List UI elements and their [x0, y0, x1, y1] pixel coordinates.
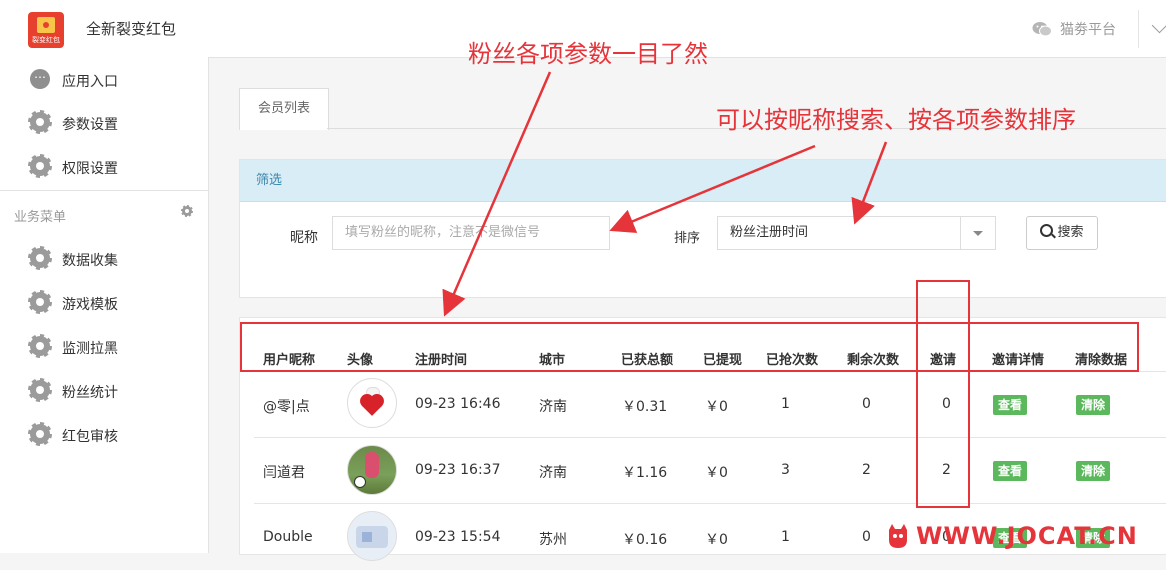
gear-icon [28, 246, 52, 270]
cell-total: ￥0.31 [622, 399, 668, 415]
app-logo[interactable]: 裂变红包 [28, 12, 64, 48]
sidebar: 应用入口 参数设置 权限设置 业务菜单 数据收集 游戏模板 监测拉黑 粉丝统计 … [0, 57, 209, 553]
sidebar-item-label: 粉丝统计 [62, 385, 118, 401]
cell-reg-time: 09-23 15:54 [415, 529, 501, 545]
nickname-label: 昵称 [290, 230, 318, 246]
sidebar-item-label: 数据收集 [62, 253, 118, 269]
clear-button[interactable]: 清除 [1076, 461, 1110, 481]
cell-reg-time: 09-23 16:37 [415, 462, 501, 478]
cell-remaining: 2 [862, 462, 871, 478]
sidebar-item-label: 参数设置 [62, 117, 118, 133]
wechat-icon [1032, 22, 1052, 37]
sidebar-divider [0, 190, 208, 191]
gear-icon [28, 334, 52, 358]
cat-logo-icon [889, 524, 907, 548]
nickname-input[interactable]: 填写粉丝的昵称，注意不是微信号 [332, 216, 610, 250]
sidebar-item-label: 权限设置 [62, 161, 118, 177]
sidebar-item-label: 应用入口 [62, 74, 118, 90]
cell-remaining: 0 [862, 396, 871, 412]
cell-city: 济南 [539, 465, 567, 481]
cell-remaining: 0 [862, 529, 871, 545]
cell-grabbed: 1 [781, 529, 790, 545]
filter-panel: 筛选 昵称 填写粉丝的昵称，注意不是微信号 排序 粉丝注册时间 搜索 [239, 159, 1166, 298]
gear-icon [28, 110, 52, 134]
cell-nickname: Double [263, 529, 313, 545]
clear-button[interactable]: 清除 [1076, 395, 1110, 415]
sidebar-item-label: 监测拉黑 [62, 341, 118, 357]
platform-label: 猫劵平台 [1060, 22, 1116, 38]
cell-grabbed: 3 [781, 462, 790, 478]
cell-city: 苏州 [539, 532, 567, 548]
avatar [347, 445, 397, 495]
search-button-label: 搜索 [1057, 225, 1084, 240]
cell-total: ￥0.16 [622, 532, 668, 548]
cell-city: 济南 [539, 399, 567, 415]
chevron-down-icon [960, 217, 995, 249]
logo-text: 裂变红包 [32, 36, 60, 44]
cell-withdrawn: ￥0 [705, 399, 728, 415]
sort-value: 粉丝注册时间 [730, 225, 809, 240]
avatar [347, 511, 397, 561]
cell-nickname: 闫道君 [263, 465, 305, 481]
search-icon [1040, 224, 1054, 237]
invite-column-highlight-box [916, 280, 970, 508]
gear-icon [28, 422, 52, 446]
app-title: 全新裂变红包 [86, 20, 177, 38]
red-envelope-icon [37, 17, 55, 33]
cell-total: ￥1.16 [622, 465, 668, 481]
sidebar-item-label: 游戏模板 [62, 297, 118, 313]
cell-reg-time: 09-23 16:46 [415, 396, 501, 412]
chevron-down-icon[interactable] [1151, 17, 1166, 34]
sidebar-section-label: 业务菜单 [14, 210, 67, 225]
sort-select[interactable]: 粉丝注册时间 [717, 216, 996, 250]
cell-withdrawn: ￥0 [705, 532, 728, 548]
watermark: WWW.JOCAT.CN [886, 520, 1156, 552]
sort-label: 排序 [674, 231, 701, 246]
header-divider [1138, 10, 1139, 48]
gear-icon [28, 378, 52, 402]
cell-grabbed: 1 [781, 396, 790, 412]
sidebar-item-label: 红包审核 [62, 429, 118, 445]
annotation-search-sort: 可以按昵称搜索、按各项参数排序 [716, 106, 1076, 134]
platform-link[interactable]: 猫劵平台 [1032, 19, 1116, 39]
tab-member-list[interactable]: 会员列表 [239, 88, 329, 130]
gear-icon [28, 290, 52, 314]
view-button[interactable]: 查看 [993, 461, 1027, 481]
gear-icon [181, 205, 193, 217]
chat-icon [30, 67, 50, 89]
search-button[interactable]: 搜索 [1026, 216, 1098, 250]
cell-nickname: @零|点 [263, 399, 310, 415]
gear-icon [28, 154, 52, 178]
filter-title: 筛选 [240, 160, 1166, 202]
section-settings[interactable] [181, 205, 194, 218]
view-button[interactable]: 查看 [993, 395, 1027, 415]
watermark-text: WWW.JOCAT.CN [916, 522, 1138, 550]
annotation-params-overview: 粉丝各项参数一目了然 [468, 40, 708, 68]
cell-withdrawn: ￥0 [705, 465, 728, 481]
header-highlight-box [240, 322, 1139, 372]
avatar [347, 378, 397, 428]
